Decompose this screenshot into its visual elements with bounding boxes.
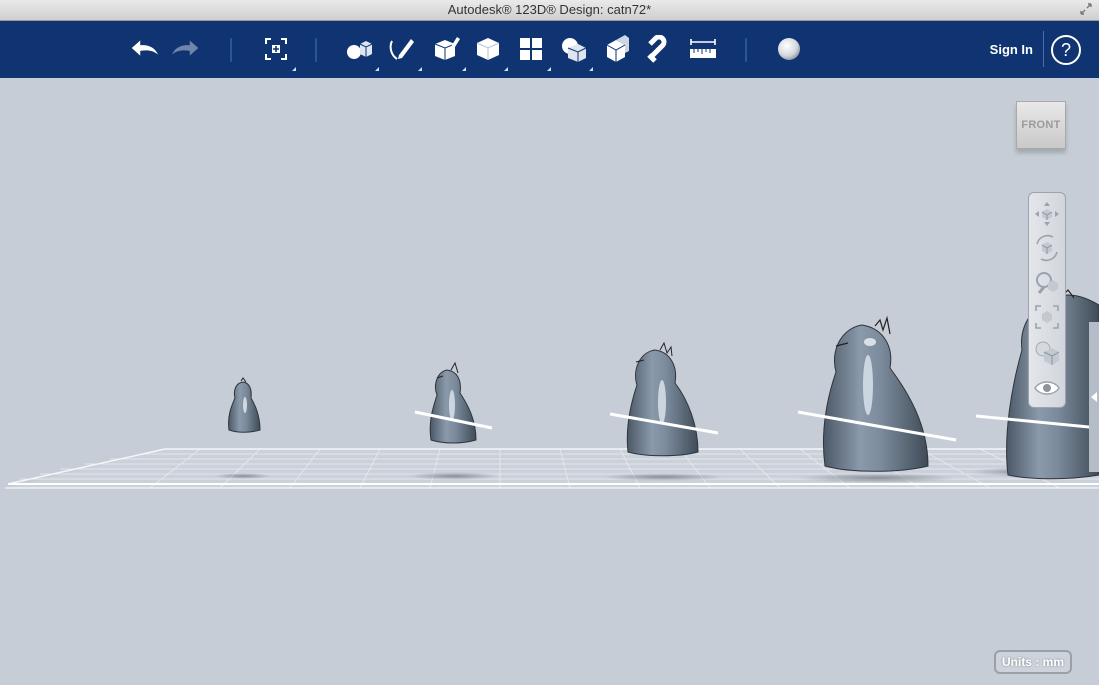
pan-button[interactable]	[1032, 199, 1062, 229]
sphere-icon	[778, 38, 800, 60]
units-badge[interactable]: Units : mm	[994, 650, 1072, 674]
grouping-icon	[562, 38, 587, 62]
transform-button[interactable]	[260, 33, 296, 71]
cat-model[interactable]	[228, 377, 261, 433]
sketch-icon	[389, 39, 414, 60]
cat-model[interactable]	[414, 361, 493, 444]
redo-arrow-icon	[171, 40, 199, 56]
zoom-icon	[1036, 272, 1058, 294]
pattern-button[interactable]	[515, 33, 551, 71]
fit-icon	[1035, 305, 1059, 329]
toolbar-separator	[230, 38, 232, 62]
navigation-bar	[1028, 192, 1066, 408]
window-title: Autodesk® 123D® Design: catn72*	[447, 2, 652, 17]
scene-canvas[interactable]	[0, 78, 1099, 685]
combine-icon	[606, 35, 629, 62]
main-toolbar: Sign In ?	[0, 21, 1099, 78]
zoom-button[interactable]	[1032, 268, 1062, 298]
construct-icon	[434, 37, 460, 60]
modify-button[interactable]	[472, 33, 508, 71]
undo-arrow-icon	[131, 40, 159, 56]
side-panel-toggle[interactable]	[1089, 322, 1099, 472]
grouping-button[interactable]	[557, 33, 593, 71]
redo-button[interactable]	[170, 33, 202, 65]
magnet-icon	[647, 35, 667, 63]
undo-button[interactable]	[128, 33, 160, 65]
snap-button[interactable]	[643, 33, 675, 65]
ruler-icon	[690, 39, 716, 58]
perspective-icon	[1035, 341, 1060, 365]
modify-icon	[476, 38, 500, 60]
measure-button[interactable]	[687, 33, 719, 65]
eye-icon	[1034, 381, 1060, 395]
primitives-button[interactable]	[343, 33, 379, 71]
toolbar-divider	[1043, 31, 1044, 67]
construct-button[interactable]	[430, 33, 466, 71]
orbit-button[interactable]	[1032, 233, 1062, 263]
pan-icon	[1035, 202, 1059, 226]
title-bar: Autodesk® 123D® Design: catn72*	[0, 0, 1099, 21]
transform-icon	[265, 38, 287, 60]
pattern-icon	[520, 38, 542, 60]
orbit-icon	[1036, 234, 1058, 262]
visibility-button[interactable]	[1032, 373, 1062, 403]
toolbar-separator	[315, 38, 317, 62]
material-button[interactable]	[773, 33, 805, 65]
fit-button[interactable]	[1032, 302, 1062, 332]
fullscreen-icon[interactable]	[1079, 2, 1093, 16]
view-cube[interactable]: FRONT	[1016, 101, 1066, 149]
3d-viewport[interactable]	[0, 78, 1099, 685]
toolbar-separator	[745, 38, 747, 62]
cat-model[interactable]	[609, 341, 719, 457]
help-button[interactable]: ?	[1051, 35, 1081, 65]
combine-button[interactable]	[601, 33, 633, 65]
primitives-icon	[347, 41, 373, 59]
view-mode-button[interactable]	[1032, 337, 1062, 367]
sign-in-link[interactable]: Sign In	[990, 42, 1033, 57]
ground-grid	[5, 448, 1099, 489]
sketch-button[interactable]	[386, 33, 422, 71]
